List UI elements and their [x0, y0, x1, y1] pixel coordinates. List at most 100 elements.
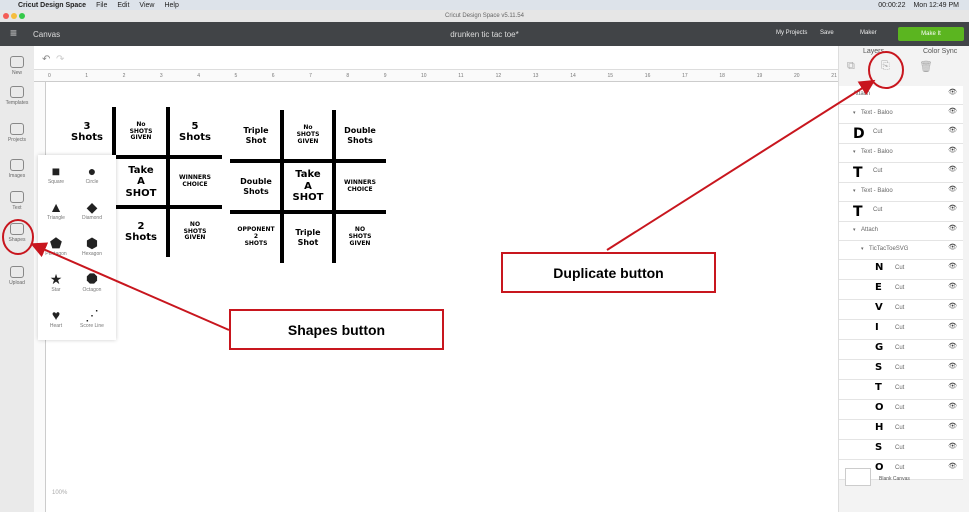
- layer-name: Text - Baloo: [861, 149, 893, 155]
- duplicate-button[interactable]: ⎘: [881, 60, 890, 73]
- sidebar-item-upload[interactable]: Upload: [0, 266, 34, 286]
- eye-icon[interactable]: 👁: [948, 342, 957, 350]
- layer-row[interactable]: ▾ Text - Baloo 👁: [839, 144, 963, 163]
- shapes-panel: ■ Square ● Circle ▲ Triangle ◆ Diamond ⬟ Pentagon…: [38, 155, 116, 340]
- layer-row[interactable]: G Cut 👁: [839, 340, 963, 360]
- layer-row[interactable]: S Cut 👁: [839, 360, 963, 380]
- shapes-icon: [10, 223, 24, 235]
- menu-view[interactable]: View: [139, 2, 154, 9]
- sidebar-item-images[interactable]: Images: [0, 159, 34, 179]
- expand-caret-icon[interactable]: ▾: [861, 246, 864, 252]
- delete-icon[interactable]: 🗑: [919, 60, 933, 73]
- eye-icon[interactable]: 👁: [948, 422, 957, 430]
- expand-caret-icon[interactable]: ▾: [853, 227, 856, 233]
- eye-icon[interactable]: 👁: [948, 204, 957, 212]
- ruler-tick: 8: [346, 73, 350, 79]
- eye-icon[interactable]: 👁: [948, 126, 957, 134]
- sidebar-item-shapes[interactable]: Shapes: [0, 223, 34, 243]
- machine-select[interactable]: Maker: [860, 30, 877, 36]
- eye-icon[interactable]: 👁: [948, 402, 957, 410]
- layer-row[interactable]: ▾ TicTacToeSVG 👁: [839, 241, 963, 260]
- zoom-level[interactable]: 100%: [52, 490, 67, 496]
- shapes-button-callout: Shapes button: [229, 309, 444, 350]
- heart-icon: ♥: [51, 307, 61, 323]
- layer-row[interactable]: H Cut 👁: [839, 420, 963, 440]
- layer-row[interactable]: T Cut 👁: [839, 380, 963, 400]
- layer-row[interactable]: ▾ Text - Baloo 👁: [839, 183, 963, 202]
- eye-icon[interactable]: 👁: [948, 362, 957, 370]
- sidebar-item-templates[interactable]: Templates: [0, 86, 34, 106]
- group-icon[interactable]: ⧉: [847, 60, 855, 73]
- layer-row[interactable]: T Cut 👁: [839, 163, 963, 183]
- layer-row[interactable]: V Cut 👁: [839, 300, 963, 320]
- eye-icon[interactable]: 👁: [948, 462, 957, 470]
- layer-row[interactable]: ▾ Attach 👁: [839, 222, 963, 241]
- shape-heart[interactable]: ♥ Heart: [38, 307, 74, 329]
- app-menu[interactable]: Cricut Design Space: [18, 2, 86, 9]
- sidebar-item-text[interactable]: Text: [0, 191, 34, 211]
- layer-name: Cut: [895, 365, 905, 371]
- eye-icon[interactable]: 👁: [948, 146, 957, 154]
- eye-icon[interactable]: 👁: [948, 88, 957, 96]
- sidebar-item-new[interactable]: New: [0, 56, 34, 76]
- sidebar-item-projects[interactable]: Projects: [0, 123, 34, 143]
- shape-pentagon[interactable]: ⬟ Pentagon: [38, 235, 74, 257]
- layer-row[interactable]: S Cut 👁: [839, 440, 963, 460]
- expand-caret-icon[interactable]: ▾: [853, 188, 856, 194]
- layer-name: Cut: [895, 285, 905, 291]
- layer-row[interactable]: D Cut 👁: [839, 124, 963, 144]
- eye-icon[interactable]: 👁: [948, 282, 957, 290]
- eye-icon[interactable]: 👁: [948, 165, 957, 173]
- shape-circle[interactable]: ● Circle: [74, 163, 110, 185]
- duplicate-arrow: [606, 79, 876, 251]
- shape-label: Octagon: [82, 287, 102, 293]
- layer-row[interactable]: N Cut 👁: [839, 260, 963, 280]
- eye-icon[interactable]: 👁: [948, 262, 957, 270]
- expand-caret-icon[interactable]: ▾: [853, 149, 856, 155]
- tab-layers[interactable]: Layers: [863, 48, 884, 55]
- save-link[interactable]: Save: [820, 30, 834, 36]
- eye-icon[interactable]: 👁: [948, 302, 957, 310]
- layer-row[interactable]: Attach 👁: [839, 86, 963, 105]
- expand-caret-icon[interactable]: ▾: [853, 110, 856, 116]
- close-button[interactable]: [3, 13, 9, 19]
- layer-name: Cut: [895, 305, 905, 311]
- layer-row[interactable]: E Cut 👁: [839, 280, 963, 300]
- menu-file[interactable]: File: [96, 2, 107, 9]
- blank-canvas-swatch[interactable]: [845, 468, 871, 486]
- grid-line: [332, 110, 336, 263]
- layer-row[interactable]: O Cut 👁: [839, 400, 963, 420]
- undo-icon[interactable]: ↶: [42, 54, 50, 65]
- eye-icon[interactable]: 👁: [948, 382, 957, 390]
- make-it-button[interactable]: Make It: [898, 27, 964, 41]
- eye-icon[interactable]: 👁: [948, 442, 957, 450]
- shape-star[interactable]: ★ Star: [38, 271, 74, 293]
- minimize-button[interactable]: [11, 13, 17, 19]
- my-projects-link[interactable]: My Projects: [776, 30, 807, 36]
- shape-score-line[interactable]: ⋰ Score Line: [74, 307, 110, 329]
- shape-diamond[interactable]: ◆ Diamond: [74, 199, 110, 221]
- menu-help[interactable]: Help: [164, 2, 178, 9]
- ruler-tick: 13: [532, 73, 539, 79]
- shape-square[interactable]: ■ Square: [38, 163, 74, 185]
- layer-row[interactable]: I Cut 👁: [839, 320, 963, 340]
- sidebar-label: Templates: [5, 100, 29, 106]
- zoom-button[interactable]: [19, 13, 25, 19]
- menu-edit[interactable]: Edit: [117, 2, 129, 9]
- eye-icon[interactable]: 👁: [948, 322, 957, 330]
- layer-row[interactable]: T Cut 👁: [839, 202, 963, 222]
- tab-color-sync[interactable]: Color Sync: [923, 48, 957, 55]
- eye-icon[interactable]: 👁: [948, 243, 957, 251]
- layer-thumbnail: E: [875, 282, 882, 293]
- eye-icon[interactable]: 👁: [948, 107, 957, 115]
- board-cell: 5 Shots: [179, 120, 211, 144]
- ruler-tick: 19: [756, 73, 763, 79]
- eye-icon[interactable]: 👁: [948, 224, 957, 232]
- board-cell: Triple Shot: [243, 126, 269, 145]
- eye-icon[interactable]: 👁: [948, 185, 957, 193]
- shape-octagon[interactable]: ⯃ Octagon: [74, 271, 110, 293]
- shape-hexagon[interactable]: ⬢ Hexagon: [74, 235, 110, 257]
- redo-icon[interactable]: ↷: [56, 54, 64, 65]
- layer-row[interactable]: ▾ Text - Baloo 👁: [839, 105, 963, 124]
- shape-triangle[interactable]: ▲ Triangle: [38, 199, 74, 221]
